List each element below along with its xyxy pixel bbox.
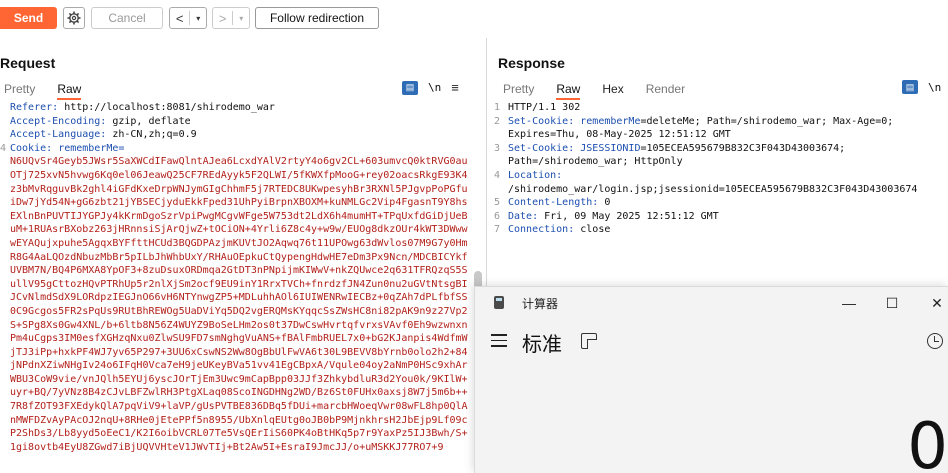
- close-button[interactable]: ✕: [927, 293, 947, 313]
- minimize-button[interactable]: —: [839, 293, 859, 313]
- line-number: 4: [494, 169, 501, 181]
- response-segment: 0: [598, 197, 611, 209]
- tab-raw[interactable]: Raw: [556, 82, 581, 100]
- history-forward-button[interactable]: > ▾: [212, 7, 250, 29]
- response-editor-tools: ▤ \n: [902, 80, 941, 94]
- response-line-content: HTTP/1.1 302: [508, 101, 938, 115]
- back-arrow-icon: <: [175, 10, 184, 26]
- response-segment: close: [574, 224, 611, 236]
- calculator-titlebar[interactable]: 计算器 — ☐ ✕: [475, 287, 948, 319]
- response-segment: Connection:: [508, 224, 575, 236]
- request-title: Request: [0, 55, 56, 71]
- keep-on-top-icon[interactable]: [581, 333, 597, 349]
- request-editor[interactable]: Referer: http://localhost:8081/shirodemo…: [0, 101, 486, 473]
- response-line-content: Connection: close: [508, 223, 938, 237]
- request-editor-tools: ▤ \n ≡: [402, 80, 459, 95]
- response-segment: /shirodemo_war/login.jsp;jsessionid=105E…: [508, 183, 918, 195]
- response-segment: Location:: [508, 169, 563, 181]
- request-panel: Request Pretty Raw ▤ \n ≡ Referer: http:…: [0, 38, 487, 473]
- newline-toggle[interactable]: \n: [928, 81, 941, 94]
- newline-toggle[interactable]: \n: [428, 81, 441, 94]
- maximize-button[interactable]: ☐: [882, 293, 902, 313]
- calculator-app-icon: [494, 296, 504, 309]
- cookie-value: N6UQvSr4Geyb5JWsr5SaXWCdIFawQlntAJea6Lcx…: [10, 156, 468, 453]
- response-line: 7 Connection: close: [490, 223, 948, 237]
- response-line: 5 Content-Length: 0: [490, 196, 948, 210]
- menu-icon[interactable]: ≡: [451, 80, 459, 95]
- response-segment: Fri, 09 May 2025 12:51:12 GMT: [538, 210, 719, 222]
- line-number: 3: [494, 142, 501, 154]
- line-number: 5: [494, 197, 501, 209]
- history-icon[interactable]: [927, 333, 943, 349]
- response-line-content: Set-Cookie: JSESSIONID=105ECEA595679B832…: [508, 142, 938, 169]
- request-line: 4 Cookie: rememberMe=: [0, 142, 125, 154]
- chevron-down-icon[interactable]: ▾: [233, 14, 249, 23]
- gear-icon: [67, 11, 81, 25]
- calculator-display: 0: [907, 410, 948, 473]
- response-segment: Content-Length:: [508, 197, 599, 209]
- response-line: 2 Set-Cookie: rememberMe=deleteMe; Path=/…: [490, 115, 948, 142]
- response-line-content: Date: Fri, 09 May 2025 12:51:12 GMT: [508, 210, 938, 224]
- response-tabs: Pretty Raw Hex Render: [503, 82, 707, 100]
- tab-render[interactable]: Render: [646, 82, 685, 100]
- tab-raw[interactable]: Raw: [57, 82, 82, 100]
- response-segment: Date:: [508, 210, 539, 222]
- calculator-window: 计算器 — ☐ ✕ 标准 0: [474, 286, 948, 473]
- response-segment: Set-Cookie:: [508, 115, 575, 127]
- wrap-lines-icon[interactable]: ▤: [902, 80, 918, 94]
- line-number: 6: [494, 210, 501, 222]
- chevron-down-icon[interactable]: ▾: [190, 14, 206, 23]
- tab-pretty[interactable]: Pretty: [4, 82, 35, 100]
- line-number: 2: [494, 115, 501, 127]
- wrap-lines-icon[interactable]: ▤: [402, 80, 418, 95]
- response-line-content: Set-Cookie: rememberMe=deleteMe; Path=/s…: [508, 115, 938, 142]
- response-segment: JSESSIONID: [574, 142, 641, 154]
- forward-arrow-icon: >: [218, 10, 227, 26]
- response-segment: HTTP/1.1 302: [508, 102, 581, 113]
- response-line: 3 Set-Cookie: JSESSIONID=105ECEA595679B83…: [490, 142, 948, 169]
- send-button[interactable]: Send: [0, 7, 57, 29]
- request-line: Accept-Encoding: gzip, deflate: [10, 115, 191, 127]
- settings-button[interactable]: [63, 7, 85, 29]
- toolbar: Send Cancel < ▾ > ▾ Follow redirection: [0, 0, 948, 38]
- line-number: 4: [0, 142, 7, 154]
- window-title: 计算器: [522, 297, 559, 311]
- response-segment: rememberMe: [574, 115, 641, 127]
- cancel-button[interactable]: Cancel: [91, 7, 163, 29]
- response-line-content: Location: /shirodemo_war/login.jsp;jsess…: [508, 169, 938, 196]
- follow-redirection-button[interactable]: Follow redirection: [255, 7, 379, 29]
- calculator-mode: 标准: [522, 332, 562, 356]
- tab-hex[interactable]: Hex: [602, 82, 623, 100]
- response-line: 4 Location: /shirodemo_war/login.jsp;jses…: [490, 169, 948, 196]
- request-line: Accept-Language: zh-CN,zh;q=0.9: [10, 129, 197, 141]
- response-segment: Set-Cookie:: [508, 142, 575, 154]
- response-line: 6 Date: Fri, 09 May 2025 12:51:12 GMT: [490, 210, 948, 224]
- request-tabs: Pretty Raw: [4, 82, 103, 100]
- history-back-button[interactable]: < ▾: [169, 7, 207, 29]
- response-line: 1 HTTP/1.1 302: [490, 101, 948, 115]
- response-title: Response: [498, 55, 565, 71]
- hamburger-menu-icon[interactable]: [491, 334, 507, 347]
- response-line-content: Content-Length: 0: [508, 196, 938, 210]
- tab-pretty[interactable]: Pretty: [503, 82, 534, 100]
- line-number: 1: [494, 102, 501, 113]
- line-number: 7: [494, 224, 501, 236]
- request-line: Referer: http://localhost:8081/shirodemo…: [10, 102, 275, 113]
